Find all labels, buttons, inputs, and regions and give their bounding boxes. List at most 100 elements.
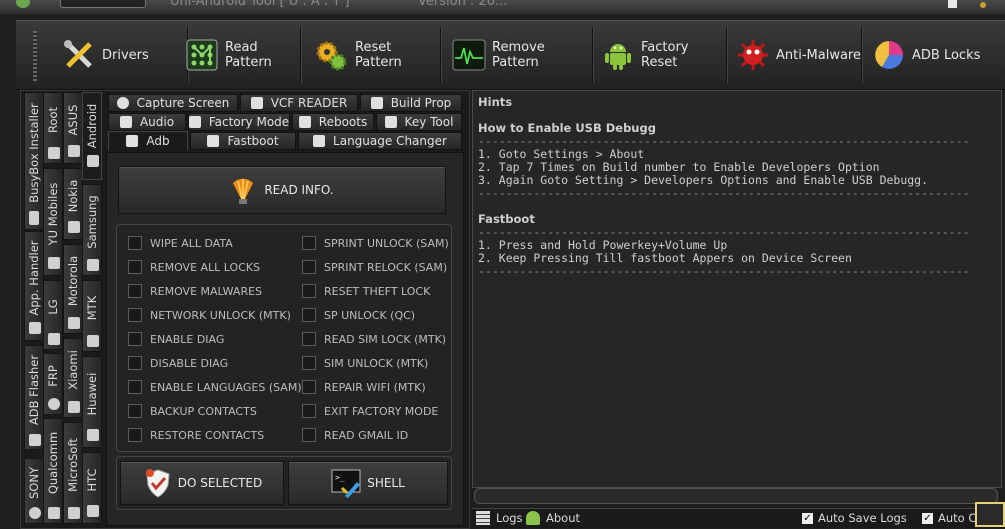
svg-text:>_: >_: [335, 473, 345, 482]
checkbox[interactable]: [128, 404, 142, 418]
tab-fastboot[interactable]: Fastboot: [190, 132, 296, 150]
virus-icon: [738, 40, 768, 70]
tab-vcf-reader[interactable]: VCF READER: [240, 94, 358, 112]
option-backup-contacts[interactable]: BACKUP CONTACTS: [128, 404, 257, 418]
option-remove-malwares[interactable]: REMOVE MALWARES: [128, 284, 262, 298]
about-tab[interactable]: About: [526, 511, 580, 525]
main-toolbar: Drivers Read Pattern Reset Pattern Remov…: [16, 20, 1005, 90]
option-wipe-all-data[interactable]: WIPE ALL DATA: [128, 236, 233, 250]
read-pattern-button[interactable]: Read Pattern: [185, 27, 301, 83]
option-disable-diag[interactable]: DISABLE DIAG: [128, 356, 228, 370]
tab-nokia[interactable]: Nokia: [63, 168, 83, 240]
checkbox[interactable]: [128, 428, 142, 442]
checkbox[interactable]: [302, 260, 316, 274]
check-icon[interactable]: ✓: [802, 512, 813, 524]
tab-audio[interactable]: Audio: [108, 113, 186, 131]
option-repair-wifi-mtk[interactable]: REPAIR WIFI (MTK): [302, 380, 426, 394]
checkbox[interactable]: [128, 236, 142, 250]
log-icon: [476, 511, 490, 525]
option-reset-theft-lock[interactable]: RESET THEFT LOCK: [302, 284, 430, 298]
adb-locks-button[interactable]: ADB Locks: [872, 27, 997, 83]
tab-htc[interactable]: HTC: [82, 452, 102, 524]
checkbox[interactable]: [128, 380, 142, 394]
bulb-icon: [116, 97, 129, 109]
option-enable-languages-sam[interactable]: ENABLE LANGUAGES (SAM): [128, 380, 302, 394]
reset-pattern-button[interactable]: Reset Pattern: [315, 27, 441, 83]
tab-root[interactable]: Root: [43, 92, 63, 164]
anti-malware-button[interactable]: Anti-Malware: [736, 27, 862, 83]
shield-icon: [145, 469, 170, 498]
checkbox[interactable]: [128, 308, 142, 322]
option-sim-unlock-mtk[interactable]: SIM UNLOCK (MTK): [302, 356, 428, 370]
checkbox[interactable]: [128, 260, 142, 274]
tab-busybox-installer[interactable]: BusyBox Installer: [24, 92, 44, 230]
checkbox[interactable]: [302, 308, 316, 322]
tab-yu-mobiles[interactable]: YU Mobiles: [43, 168, 63, 276]
option-network-unlock-mtk[interactable]: NETWORK UNLOCK (MTK): [128, 308, 291, 322]
tab-factory-mode[interactable]: Factory Mode: [188, 113, 290, 131]
separator: ----------------------------------------…: [478, 264, 970, 278]
do-selected-button[interactable]: DO SELECTED: [120, 461, 284, 505]
tab-capture-screen[interactable]: Capture Screen: [108, 94, 238, 112]
checkbox[interactable]: [302, 332, 316, 346]
checkbox[interactable]: [128, 284, 142, 298]
tab-label: Capture Screen: [136, 96, 230, 110]
option-sp-unlock-qc[interactable]: SP UNLOCK (QC): [302, 308, 415, 322]
drivers-button[interactable]: Drivers: [62, 27, 188, 83]
tab-android[interactable]: Android: [82, 92, 102, 180]
user-icon: [526, 511, 540, 525]
tab-asus[interactable]: ASUS: [63, 92, 83, 164]
usb-heading: How to Enable USB Debugg: [478, 121, 656, 135]
tab-microsoft[interactable]: MicroSoft: [63, 422, 83, 524]
adb-locks-label: ADB Locks: [912, 47, 981, 63]
window-button-icon[interactable]: [948, 0, 957, 8]
toolbar-grip[interactable]: [33, 31, 37, 81]
option-sprint-relock-sam[interactable]: SPRINT RELOCK (SAM): [302, 260, 447, 274]
tab-label: LG: [46, 299, 60, 315]
tab-huawei[interactable]: Huawei: [82, 356, 102, 448]
tab-sony[interactable]: SONY: [24, 458, 44, 524]
read-info-button[interactable]: READ INFO.: [118, 166, 446, 214]
auto-other-toggle[interactable]: ✓ Auto C: [922, 511, 976, 525]
tab-build-prop[interactable]: Build Prop: [360, 94, 462, 112]
option-restore-contacts[interactable]: RESTORE CONTACTS: [128, 428, 264, 442]
option-label: READ SIM LOCK (MTK): [324, 332, 447, 346]
logs-tab[interactable]: Logs: [476, 511, 523, 525]
notification-box[interactable]: [975, 502, 1005, 527]
checkbox[interactable]: [302, 404, 316, 418]
tab-frp[interactable]: FRP: [43, 353, 63, 415]
checkbox[interactable]: [302, 356, 316, 370]
tab-lg[interactable]: LG: [43, 280, 63, 350]
tab-qualcomm[interactable]: Qualcomm: [43, 418, 63, 524]
option-label: SP UNLOCK (QC): [324, 308, 416, 322]
tab-adb-flasher[interactable]: ADB Flasher: [24, 345, 44, 450]
checkbox[interactable]: [302, 284, 316, 298]
tab-label: FRP: [46, 365, 60, 387]
remove-pattern-button[interactable]: Remove Pattern: [452, 27, 593, 83]
tab-app-handler[interactable]: App. Handler: [24, 231, 44, 341]
option-enable-diag[interactable]: ENABLE DIAG: [128, 332, 224, 346]
tab-motorola[interactable]: Motorola: [63, 244, 83, 334]
checkbox[interactable]: [128, 332, 142, 346]
tab-key-tool[interactable]: Key Tool: [376, 113, 462, 131]
tab-reboots[interactable]: Reboots: [292, 113, 374, 131]
factory-reset-button[interactable]: Factory Reset: [601, 27, 727, 83]
check-icon[interactable]: ✓: [922, 512, 933, 524]
tab-language-changer[interactable]: Language Changer: [298, 132, 462, 150]
option-read-gmail-id[interactable]: READ GMAIL ID: [302, 428, 408, 442]
option-label: SIM UNLOCK (MTK): [324, 356, 429, 370]
checkbox[interactable]: [302, 380, 316, 394]
shell-button[interactable]: >_ SHELL: [288, 461, 448, 505]
checkbox[interactable]: [302, 428, 316, 442]
checkbox[interactable]: [302, 236, 316, 250]
tab-xiaomi[interactable]: Xiaomi: [63, 338, 83, 418]
tab-mtk[interactable]: MTK: [82, 280, 102, 352]
auto-save-logs-toggle[interactable]: ✓ Auto Save Logs: [802, 511, 907, 525]
option-remove-all-locks[interactable]: REMOVE ALL LOCKS: [128, 260, 260, 274]
tab-samsung[interactable]: Samsung: [82, 184, 102, 276]
checkbox[interactable]: [128, 356, 142, 370]
option-exit-factory-mode[interactable]: EXIT FACTORY MODE: [302, 404, 438, 418]
option-read-sim-lock-mtk[interactable]: READ SIM LOCK (MTK): [302, 332, 446, 346]
tab-adb[interactable]: Adb: [108, 131, 188, 151]
option-sprint-unlock-sam[interactable]: SPRINT UNLOCK (SAM): [302, 236, 449, 250]
